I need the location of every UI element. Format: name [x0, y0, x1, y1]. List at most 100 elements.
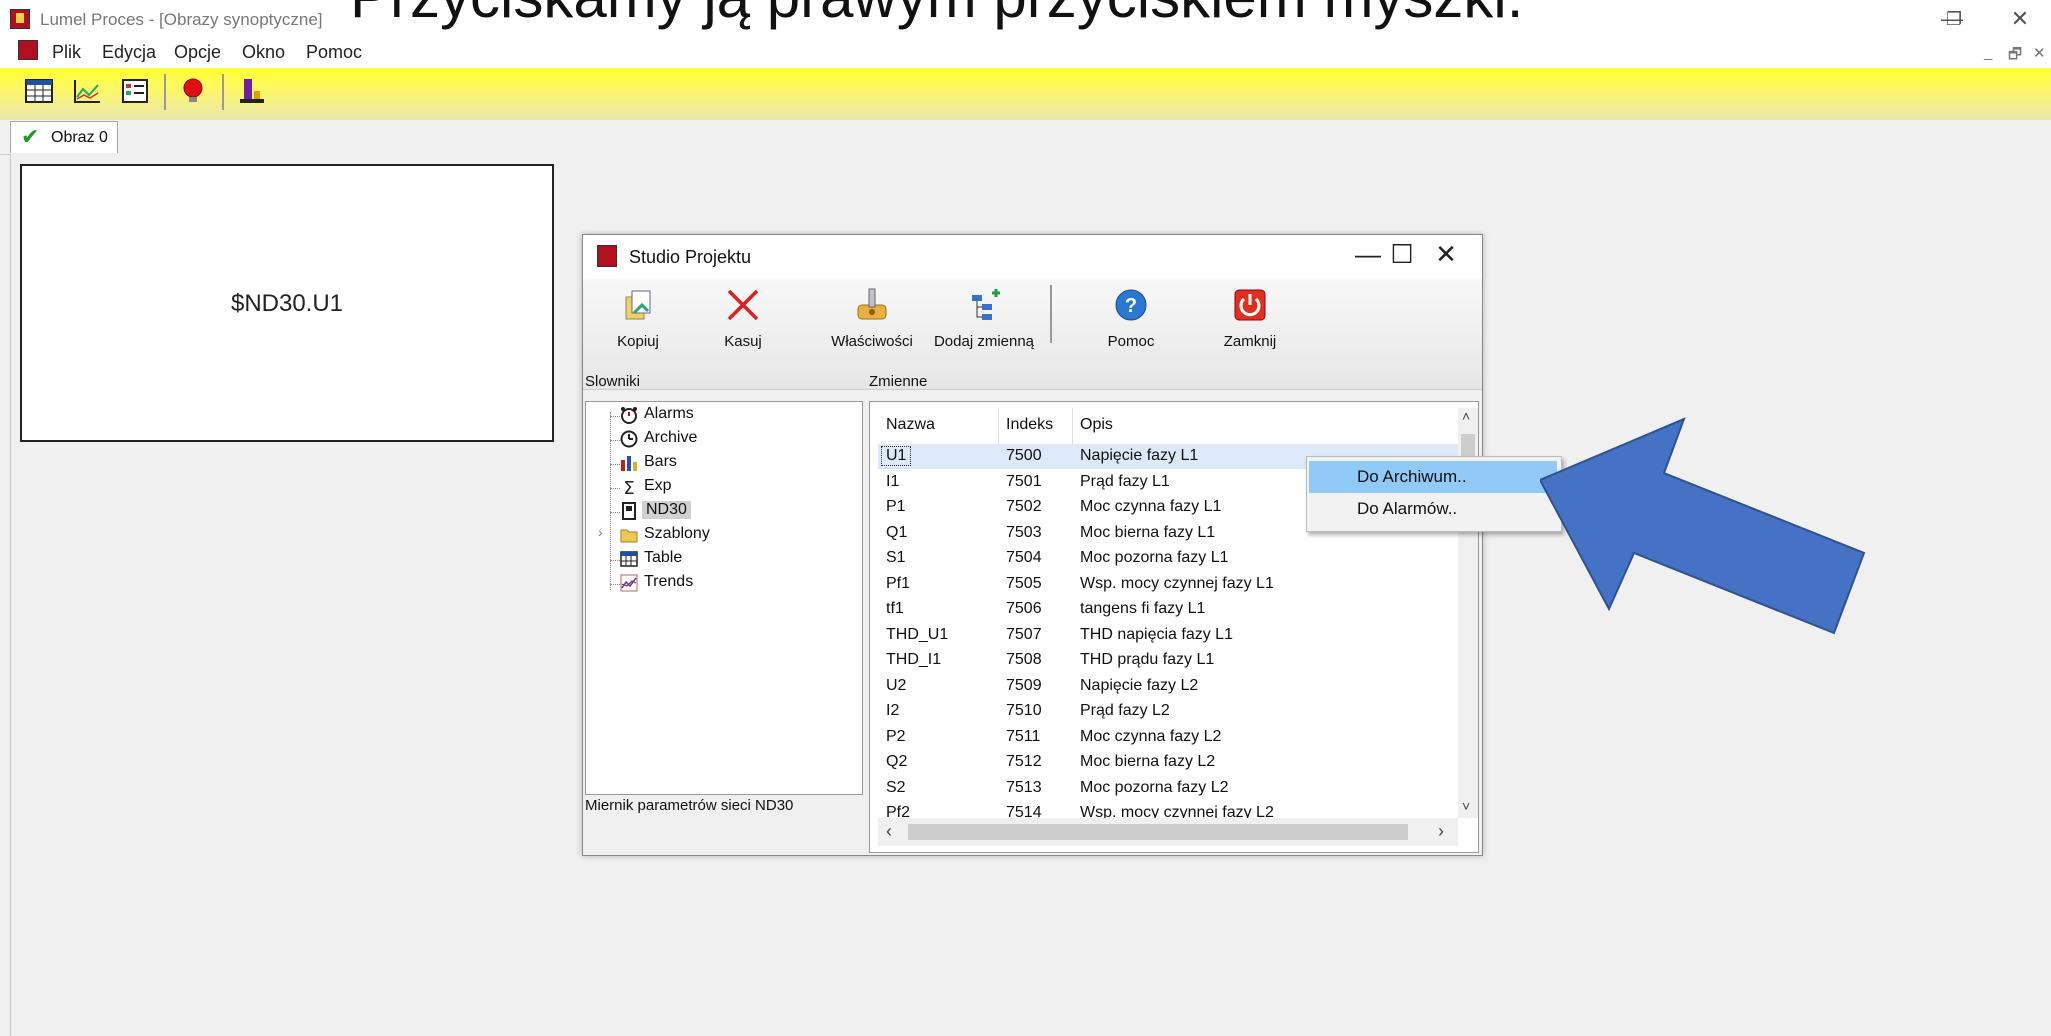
- column-header-opis[interactable]: Opis: [1080, 416, 1113, 434]
- cell-index: 7507: [1006, 625, 1042, 643]
- cell-index: 7512: [1006, 753, 1042, 770]
- table-row[interactable]: tf1 7506 tangens fi fazy L1: [878, 597, 1458, 622]
- cell-index: 7509: [1006, 676, 1042, 694]
- params-icon[interactable]: [120, 77, 150, 105]
- tree-guide: [610, 412, 611, 590]
- menu-pomoc[interactable]: Pomoc: [306, 42, 362, 63]
- table-row[interactable]: THD_I1 7508 THD prądu fazy L1: [878, 648, 1458, 673]
- cell-name: tf1: [886, 600, 904, 617]
- menu-okno[interactable]: Okno: [242, 42, 285, 63]
- cell-name: P1: [886, 498, 906, 515]
- chart-icon[interactable]: [72, 77, 102, 105]
- cell-index: 7504: [1006, 549, 1042, 566]
- add-variable-label: Dodaj zmienną: [933, 333, 1035, 350]
- scroll-up-icon[interactable]: ˄: [1462, 408, 1470, 424]
- tree-label: Exp: [644, 477, 672, 494]
- dictionaries-tree[interactable]: Alarms Archive Bars Σ Exp ND30 › Szablon…: [585, 401, 863, 795]
- dictionaries-header: Slowniki: [585, 373, 641, 390]
- scroll-right-icon[interactable]: ›: [1438, 821, 1444, 842]
- column-divider[interactable]: [1072, 408, 1073, 444]
- cell-description: tangens fi fazy L1: [1080, 600, 1206, 617]
- properties-button[interactable]: Właściwości: [827, 287, 917, 355]
- document-icon[interactable]: [18, 40, 38, 60]
- synoptic-value-box[interactable]: $ND30.U1: [20, 164, 554, 442]
- table-row[interactable]: S1 7504 Moc pozorna fazy L1: [878, 546, 1458, 571]
- help-icon: ?: [1115, 289, 1147, 321]
- mdi-restore-button[interactable]: 🗗: [2008, 44, 2022, 69]
- dialog-close-button[interactable]: ✕: [1421, 239, 1471, 270]
- folder-icon: [620, 529, 638, 543]
- column-divider[interactable]: [998, 408, 999, 444]
- dialog-app-icon: [597, 245, 617, 267]
- mdi-close-button[interactable]: ✕: [2033, 44, 2046, 62]
- table-row[interactable]: I2 7510 Prąd fazy L2: [878, 699, 1458, 724]
- mdi-minimize-button[interactable]: _: [1984, 44, 1992, 61]
- menu-item-label: Do Alarmów..: [1357, 499, 1458, 518]
- menu-opcje[interactable]: Opcje: [174, 42, 221, 63]
- tree-guide: [610, 464, 620, 465]
- expand-chevron-icon[interactable]: ›: [598, 524, 603, 540]
- scroll-left-icon[interactable]: ‹: [886, 821, 892, 842]
- alarm-clock-icon: [621, 407, 637, 424]
- table-row[interactable]: Q2 7512 Moc bierna fazy L2: [878, 750, 1458, 775]
- dialog-maximize-button[interactable]: ☐: [1377, 239, 1427, 270]
- context-menu: Do Archiwum.. Do Alarmów..: [1306, 456, 1562, 532]
- properties-label: Właściwości: [831, 333, 913, 350]
- alarm-bulb-icon[interactable]: [178, 77, 208, 105]
- restore-window-button[interactable]: ❐: [1934, 9, 1974, 30]
- cell-index: 7503: [1006, 523, 1042, 541]
- tree-guide: [610, 584, 620, 585]
- cell-index: 7505: [1006, 574, 1042, 592]
- dialog-title: Studio Projektu: [629, 247, 752, 267]
- tab-obraz-0[interactable]: ✔ Obraz 0: [10, 121, 118, 153]
- column-header-indeks[interactable]: Indeks: [1006, 416, 1053, 434]
- cell-description: Moc pozorna fazy L2: [1080, 778, 1229, 796]
- cell-name: U2: [886, 676, 907, 694]
- table-icon[interactable]: [24, 77, 54, 105]
- table-row[interactable]: P2 7511 Moc czynna fazy L2: [878, 725, 1458, 750]
- help-button[interactable]: ? Pomoc: [1101, 287, 1161, 355]
- cell-index: 7508: [1006, 651, 1042, 668]
- cell-name: Q2: [886, 753, 908, 770]
- tree-guide: [610, 416, 620, 417]
- tree-guide: [610, 512, 620, 513]
- cell-description: Moc czynna fazy L2: [1080, 727, 1222, 745]
- device-icon: [622, 502, 636, 520]
- tree-label: Trends: [644, 573, 694, 590]
- menu-edycja[interactable]: Edycja: [102, 42, 156, 63]
- scroll-down-icon[interactable]: ˅: [1462, 798, 1470, 814]
- studio-projektu-dialog: Studio Projektu — ☐ ✕ Kopiuj Kasuj Właśc…: [582, 234, 1483, 856]
- cell-name: S1: [886, 549, 906, 566]
- add-variable-button[interactable]: Dodaj zmienną: [931, 287, 1037, 355]
- tree-guide: [610, 560, 620, 561]
- cell-description: Napięcie fazy L1: [1080, 447, 1199, 465]
- copy-button[interactable]: Kopiuj: [603, 287, 673, 355]
- pointer-arrow-icon: [1540, 417, 1866, 635]
- menu-plik[interactable]: Plik: [52, 42, 81, 63]
- slide-caption: Przyciskamy ją prawym przyciskiem myszki…: [350, 0, 1523, 31]
- cell-name: THD_I1: [886, 651, 942, 668]
- table-row[interactable]: U2 7509 Napięcie fazy L2: [878, 674, 1458, 699]
- horizontal-scrollbar[interactable]: ‹ ›: [878, 818, 1458, 846]
- close-dialog-button[interactable]: Zamknij: [1215, 287, 1285, 355]
- copy-label: Kopiuj: [617, 333, 659, 350]
- scroll-thumb[interactable]: [908, 824, 1408, 840]
- table-row[interactable]: Pf1 7505 Wsp. mocy czynnej fazy L1: [878, 572, 1458, 597]
- toolbar-separator: [222, 74, 224, 110]
- delete-button[interactable]: Kasuj: [713, 287, 773, 355]
- cell-name: U1: [880, 446, 912, 466]
- cell-name: Pf1: [886, 574, 911, 592]
- menu-item-do-archiwum[interactable]: Do Archiwum..: [1309, 461, 1557, 493]
- cell-name: S2: [886, 778, 906, 796]
- window-title: Lumel Proces - [Obrazy synoptyczne]: [40, 10, 323, 29]
- meter-icon[interactable]: [236, 77, 266, 105]
- cell-description: Moc bierna fazy L1: [1080, 523, 1216, 541]
- table-row[interactable]: S2 7513 Moc pozorna fazy L2: [878, 776, 1458, 801]
- column-header-nazwa[interactable]: Nazwa: [886, 416, 935, 434]
- help-label: Pomoc: [1107, 333, 1155, 350]
- cell-index: 7501: [1006, 472, 1042, 490]
- close-window-button[interactable]: ✕: [2000, 6, 2040, 32]
- menu-item-do-alarmow[interactable]: Do Alarmów..: [1309, 493, 1557, 525]
- tree-label: ND30: [642, 501, 691, 519]
- table-row[interactable]: THD_U1 7507 THD napięcia fazy L1: [878, 623, 1458, 648]
